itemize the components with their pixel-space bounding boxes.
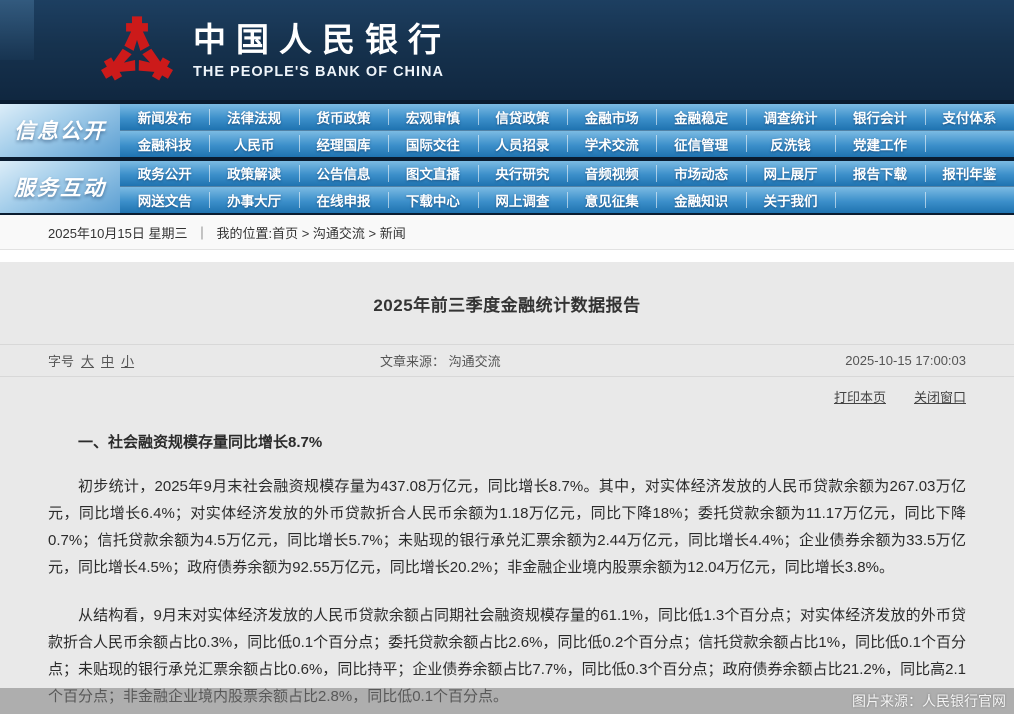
nav-line: 政务公开 政策解读 公告信息 图文直播 央行研究 音频视频 市场动态 网上展厅 …	[120, 161, 1014, 188]
nav-item[interactable]: 法律法规	[209, 104, 298, 130]
nav-line: 网送文告 办事大厅 在线申报 下载中心 网上调查 意见征集 金融知识 关于我们	[120, 187, 1014, 213]
article-panel: 2025年前三季度金融统计数据报告 字号 大 中 小 文章来源： 沟通交流 20…	[0, 262, 1014, 714]
image-source-watermark: 图片来源：人民银行官网	[0, 688, 1014, 714]
nav-item[interactable]: 意见征集	[567, 187, 656, 213]
nav-item[interactable]: 网上调查	[478, 187, 567, 213]
bank-name-cn: 中国人民银行	[193, 20, 451, 60]
nav-item[interactable]: 政策解读	[209, 161, 298, 187]
nav-item[interactable]: 党建工作	[835, 131, 924, 157]
breadcrumb-separator: ｜	[195, 223, 208, 242]
brand-block: 中国人民银行 THE PEOPLE'S BANK OF CHINA	[95, 8, 451, 92]
nav-item[interactable]: 市场动态	[656, 161, 745, 187]
nav-band-service: 服务互动 政务公开 政策解读 公告信息 图文直播 央行研究 音频视频 市场动态 …	[0, 161, 1014, 214]
nav-item[interactable]: 音频视频	[567, 161, 656, 187]
site-header: 中国人民银行 THE PEOPLE'S BANK OF CHINA	[0, 0, 1014, 100]
nav-item-empty	[925, 131, 1014, 157]
font-size-small-link[interactable]: 小	[121, 351, 134, 370]
nav-item[interactable]: 人民币	[209, 131, 298, 157]
nav-item[interactable]: 金融科技	[120, 131, 209, 157]
bank-name-en: THE PEOPLE'S BANK OF CHINA	[193, 64, 451, 80]
nav-item[interactable]: 金融知识	[656, 187, 745, 213]
nav-section-label-information[interactable]: 信息公开	[0, 104, 120, 157]
nav-item[interactable]: 学术交流	[567, 131, 656, 157]
nav-item[interactable]: 关于我们	[746, 187, 835, 213]
pboc-logo-icon	[95, 8, 179, 92]
print-page-link[interactable]: 打印本页	[834, 387, 886, 406]
article-paragraph: 初步统计，2025年9月末社会融资规模存量为437.08万亿元，同比增长8.7%…	[48, 473, 966, 581]
nav-item-empty	[835, 187, 924, 213]
close-window-link[interactable]: 关闭窗口	[914, 387, 966, 406]
nav-line: 金融科技 人民币 经理国库 国际交往 人员招录 学术交流 征信管理 反洗钱 党建…	[120, 131, 1014, 157]
nav-item[interactable]: 金融市场	[567, 104, 656, 130]
nav-item[interactable]: 网上展厅	[746, 161, 835, 187]
nav-item[interactable]: 报刊年鉴	[925, 161, 1014, 187]
article-actions: 打印本页 关闭窗口	[0, 377, 1014, 406]
nav-band-information: 信息公开 新闻发布 法律法规 货币政策 宏观审慎 信贷政策 金融市场 金融稳定 …	[0, 104, 1014, 157]
nav-item[interactable]: 人员招录	[478, 131, 567, 157]
font-size-medium-link[interactable]: 中	[101, 351, 114, 370]
nav-item[interactable]: 反洗钱	[746, 131, 835, 157]
article-datetime: 2025-10-15 17:00:03	[845, 353, 966, 368]
breadcrumb-location[interactable]: 我的位置:首页 > 沟通交流 > 新闻	[216, 223, 405, 242]
nav-items-information: 新闻发布 法律法规 货币政策 宏观审慎 信贷政策 金融市场 金融稳定 调查统计 …	[120, 104, 1014, 157]
nav-item[interactable]: 宏观审慎	[388, 104, 477, 130]
article-meta-bar: 字号 大 中 小 文章来源： 沟通交流 2025-10-15 17:00:03	[0, 344, 1014, 377]
nav-item[interactable]: 在线申报	[299, 187, 388, 213]
breadcrumb: 2025年10月15日 星期三 ｜ 我的位置:首页 > 沟通交流 > 新闻	[0, 215, 1014, 250]
nav-item[interactable]: 央行研究	[478, 161, 567, 187]
nav-item[interactable]: 国际交往	[388, 131, 477, 157]
nav-item[interactable]: 办事大厅	[209, 187, 298, 213]
nav-item-empty	[925, 187, 1014, 213]
nav-item[interactable]: 网送文告	[120, 187, 209, 213]
nav-item[interactable]: 货币政策	[299, 104, 388, 130]
nav-item[interactable]: 征信管理	[656, 131, 745, 157]
article-source: 文章来源： 沟通交流	[380, 351, 501, 370]
nav-item[interactable]: 报告下载	[835, 161, 924, 187]
nav-item[interactable]: 经理国库	[299, 131, 388, 157]
nav-section-label-service[interactable]: 服务互动	[0, 161, 120, 214]
font-size-controls: 字号 大 中 小	[48, 351, 134, 370]
nav-item[interactable]: 信贷政策	[478, 104, 567, 130]
nav-item[interactable]: 支付体系	[925, 104, 1014, 130]
nav-item[interactable]: 新闻发布	[120, 104, 209, 130]
nav-item[interactable]: 图文直播	[388, 161, 477, 187]
nav-item[interactable]: 银行会计	[835, 104, 924, 130]
nav-line: 新闻发布 法律法规 货币政策 宏观审慎 信贷政策 金融市场 金融稳定 调查统计 …	[120, 104, 1014, 131]
breadcrumb-date: 2025年10月15日 星期三	[48, 223, 187, 242]
spacer	[0, 250, 1014, 262]
section-heading: 一、社会融资规模存量同比增长8.7%	[48, 431, 966, 452]
image-source-text: 图片来源：人民银行官网	[852, 691, 1006, 711]
pboc-news-page: 中国人民银行 THE PEOPLE'S BANK OF CHINA 信息公开 新…	[0, 0, 1014, 714]
font-size-label: 字号	[48, 351, 74, 370]
brand-text: 中国人民银行 THE PEOPLE'S BANK OF CHINA	[193, 20, 451, 80]
nav-item[interactable]: 公告信息	[299, 161, 388, 187]
nav-item[interactable]: 调查统计	[746, 104, 835, 130]
main-navigation: 信息公开 新闻发布 法律法规 货币政策 宏观审慎 信贷政策 金融市场 金融稳定 …	[0, 100, 1014, 215]
nav-item[interactable]: 金融稳定	[656, 104, 745, 130]
nav-items-service: 政务公开 政策解读 公告信息 图文直播 央行研究 音频视频 市场动态 网上展厅 …	[120, 161, 1014, 214]
font-size-large-link[interactable]: 大	[81, 351, 94, 370]
nav-item[interactable]: 下载中心	[388, 187, 477, 213]
page-title: 2025年前三季度金融统计数据报告	[0, 262, 1014, 316]
nav-item[interactable]: 政务公开	[120, 161, 209, 187]
